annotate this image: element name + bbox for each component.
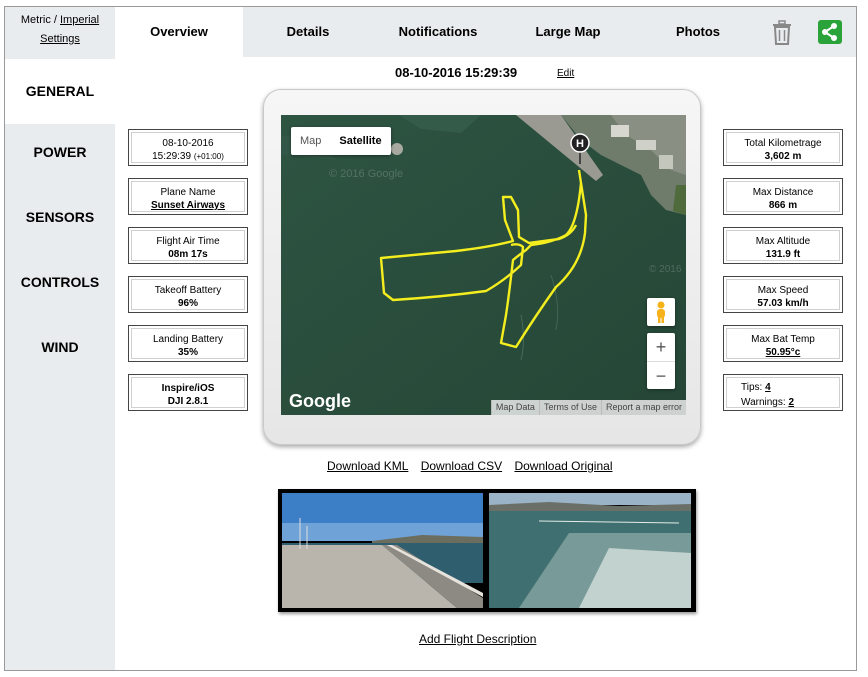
map-watermark: © 2016 Google xyxy=(329,168,403,180)
map-type-satellite[interactable]: Satellite xyxy=(330,127,390,155)
zoom-in-button[interactable]: + xyxy=(647,333,675,362)
download-links: Download KML Download CSV Download Origi… xyxy=(327,459,622,473)
home-marker-label: H xyxy=(576,138,584,150)
plane-name-link[interactable]: Sunset Airways xyxy=(129,200,247,211)
edit-datetime-link[interactable]: Edit xyxy=(557,68,574,79)
tab-photos[interactable]: Photos xyxy=(633,7,763,57)
card-flight-date: 08-10-2016 15:29:39 (+01:00) xyxy=(128,129,248,166)
card-air-time: Flight Air Time 08m 17s xyxy=(128,227,248,264)
pegman-icon[interactable] xyxy=(647,298,675,326)
landing-battery-label: Landing Battery xyxy=(152,334,224,345)
warnings-label: Warnings: xyxy=(741,397,786,408)
map-footer: Map Data Terms of Use Report a map error xyxy=(490,400,686,415)
imperial-link[interactable]: Imperial xyxy=(60,14,99,26)
card-tips-warnings: Tips: 4 Warnings: 2 xyxy=(723,374,843,411)
map-frame: © 2016 Google © 2016 H Map Satellite + −… xyxy=(263,89,701,445)
nav-wind[interactable]: WIND xyxy=(5,332,115,362)
download-csv-link[interactable]: Download CSV xyxy=(421,459,502,473)
takeoff-battery-value: 96% xyxy=(177,298,198,309)
tab-details[interactable]: Details xyxy=(243,7,373,57)
tips-count-link[interactable]: 4 xyxy=(765,382,771,393)
max-distance-label: Max Distance xyxy=(752,187,814,198)
tab-notifications[interactable]: Notifications xyxy=(373,7,503,57)
app-version: DJI 2.8.1 xyxy=(167,396,209,407)
flight-time-value: 15:29:39 xyxy=(152,151,192,162)
card-takeoff-battery: Takeoff Battery 96% xyxy=(128,276,248,313)
timezone-value: (+01:00) xyxy=(193,152,224,161)
tab-overview[interactable]: Overview xyxy=(115,7,243,57)
max-altitude-label: Max Altitude xyxy=(755,236,811,247)
flight-datetime-title: 08-10-2016 15:29:39 xyxy=(395,65,518,80)
air-time-label: Flight Air Time xyxy=(156,236,220,247)
landing-battery-value: 35% xyxy=(177,347,198,358)
download-kml-link[interactable]: Download KML xyxy=(327,459,408,473)
max-speed-value: 57.03 km/h xyxy=(757,298,809,309)
card-plane-name: Plane Name Sunset Airways xyxy=(128,178,248,215)
add-flight-description-link[interactable]: Add Flight Description xyxy=(419,632,536,646)
max-distance-value: 866 m xyxy=(768,200,798,211)
total-kilometrage-label: Total Kilometrage xyxy=(744,138,822,149)
map-watermark-2: © 2016 xyxy=(649,264,682,275)
tab-large-map[interactable]: Large Map xyxy=(503,7,633,57)
units-separator: / xyxy=(50,14,60,26)
flight-map[interactable]: © 2016 Google © 2016 H Map Satellite + −… xyxy=(281,115,686,415)
plane-name-label: Plane Name xyxy=(160,187,216,198)
total-kilometrage-value: 3,602 m xyxy=(764,151,802,162)
takeoff-battery-label: Takeoff Battery xyxy=(154,285,222,296)
left-sidebar: Metric / Imperial Settings GENERAL POWER… xyxy=(5,7,115,670)
map-type-map[interactable]: Map xyxy=(291,127,330,155)
zoom-control: + − xyxy=(647,333,675,389)
tab-bar: Overview Details Notifications Large Map… xyxy=(115,7,856,57)
max-bat-temp-link[interactable]: 50.95°c xyxy=(724,347,842,358)
page-frame: Metric / Imperial Settings GENERAL POWER… xyxy=(4,6,857,671)
warnings-count-link[interactable]: 2 xyxy=(788,397,794,408)
home-marker-icon[interactable]: H xyxy=(570,133,590,165)
share-icon[interactable] xyxy=(818,20,842,44)
card-max-bat-temp: Max Bat Temp 50.95°c xyxy=(723,325,843,362)
nav-sensors[interactable]: SENSORS xyxy=(5,202,115,232)
settings-link[interactable]: Settings xyxy=(40,33,80,45)
card-max-altitude: Max Altitude 131.9 ft xyxy=(723,227,843,264)
card-total-kilometrage: Total Kilometrage 3,602 m xyxy=(723,129,843,166)
trash-icon[interactable] xyxy=(770,20,794,46)
photo-strip xyxy=(278,489,696,612)
zoom-out-button[interactable]: − xyxy=(647,362,675,390)
nav-controls[interactable]: CONTROLS xyxy=(5,267,115,297)
google-logo: Google xyxy=(289,391,351,411)
tips-label: Tips: xyxy=(741,382,763,393)
nav-general[interactable]: GENERAL xyxy=(5,59,115,124)
report-map-error-link[interactable]: Report a map error xyxy=(600,400,686,415)
card-landing-battery: Landing Battery 35% xyxy=(128,325,248,362)
map-type-control: Map Satellite xyxy=(291,127,391,155)
metric-option[interactable]: Metric xyxy=(21,14,51,26)
max-speed-label: Max Speed xyxy=(757,285,809,296)
device-platform: Inspire/iOS xyxy=(161,383,215,394)
flight-photo-2[interactable] xyxy=(489,493,691,608)
max-bat-temp-label: Max Bat Temp xyxy=(751,334,815,345)
max-altitude-value: 131.9 ft xyxy=(765,249,801,260)
air-time-value: 08m 17s xyxy=(168,249,208,260)
map-data-link[interactable]: Map Data xyxy=(490,400,539,415)
nav-power[interactable]: POWER xyxy=(5,137,115,167)
unit-settings: Metric / Imperial Settings xyxy=(5,7,115,57)
download-original-link[interactable]: Download Original xyxy=(514,459,612,473)
card-max-distance: Max Distance 866 m xyxy=(723,178,843,215)
card-device: Inspire/iOS DJI 2.8.1 xyxy=(128,374,248,411)
flight-date-value: 08-10-2016 xyxy=(162,138,214,149)
flight-photo-1[interactable] xyxy=(282,493,483,608)
terms-of-use-link[interactable]: Terms of Use xyxy=(538,400,601,415)
satellite-imagery: © 2016 Google © 2016 xyxy=(281,115,686,415)
card-max-speed: Max Speed 57.03 km/h xyxy=(723,276,843,313)
